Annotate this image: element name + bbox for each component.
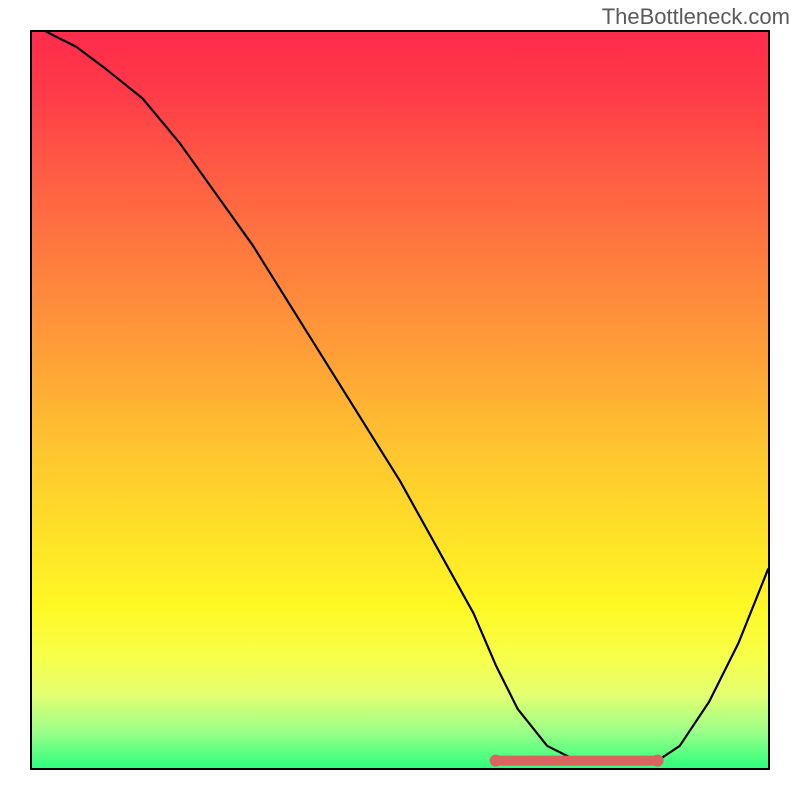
curve-svg xyxy=(32,32,768,768)
flat-region-end-marker xyxy=(652,755,664,767)
plot-area xyxy=(30,30,770,770)
chart-container: TheBottleneck.com xyxy=(0,0,800,800)
watermark-text: TheBottleneck.com xyxy=(602,4,790,30)
flat-region-start-marker xyxy=(490,755,502,767)
bottleneck-curve xyxy=(47,32,768,764)
